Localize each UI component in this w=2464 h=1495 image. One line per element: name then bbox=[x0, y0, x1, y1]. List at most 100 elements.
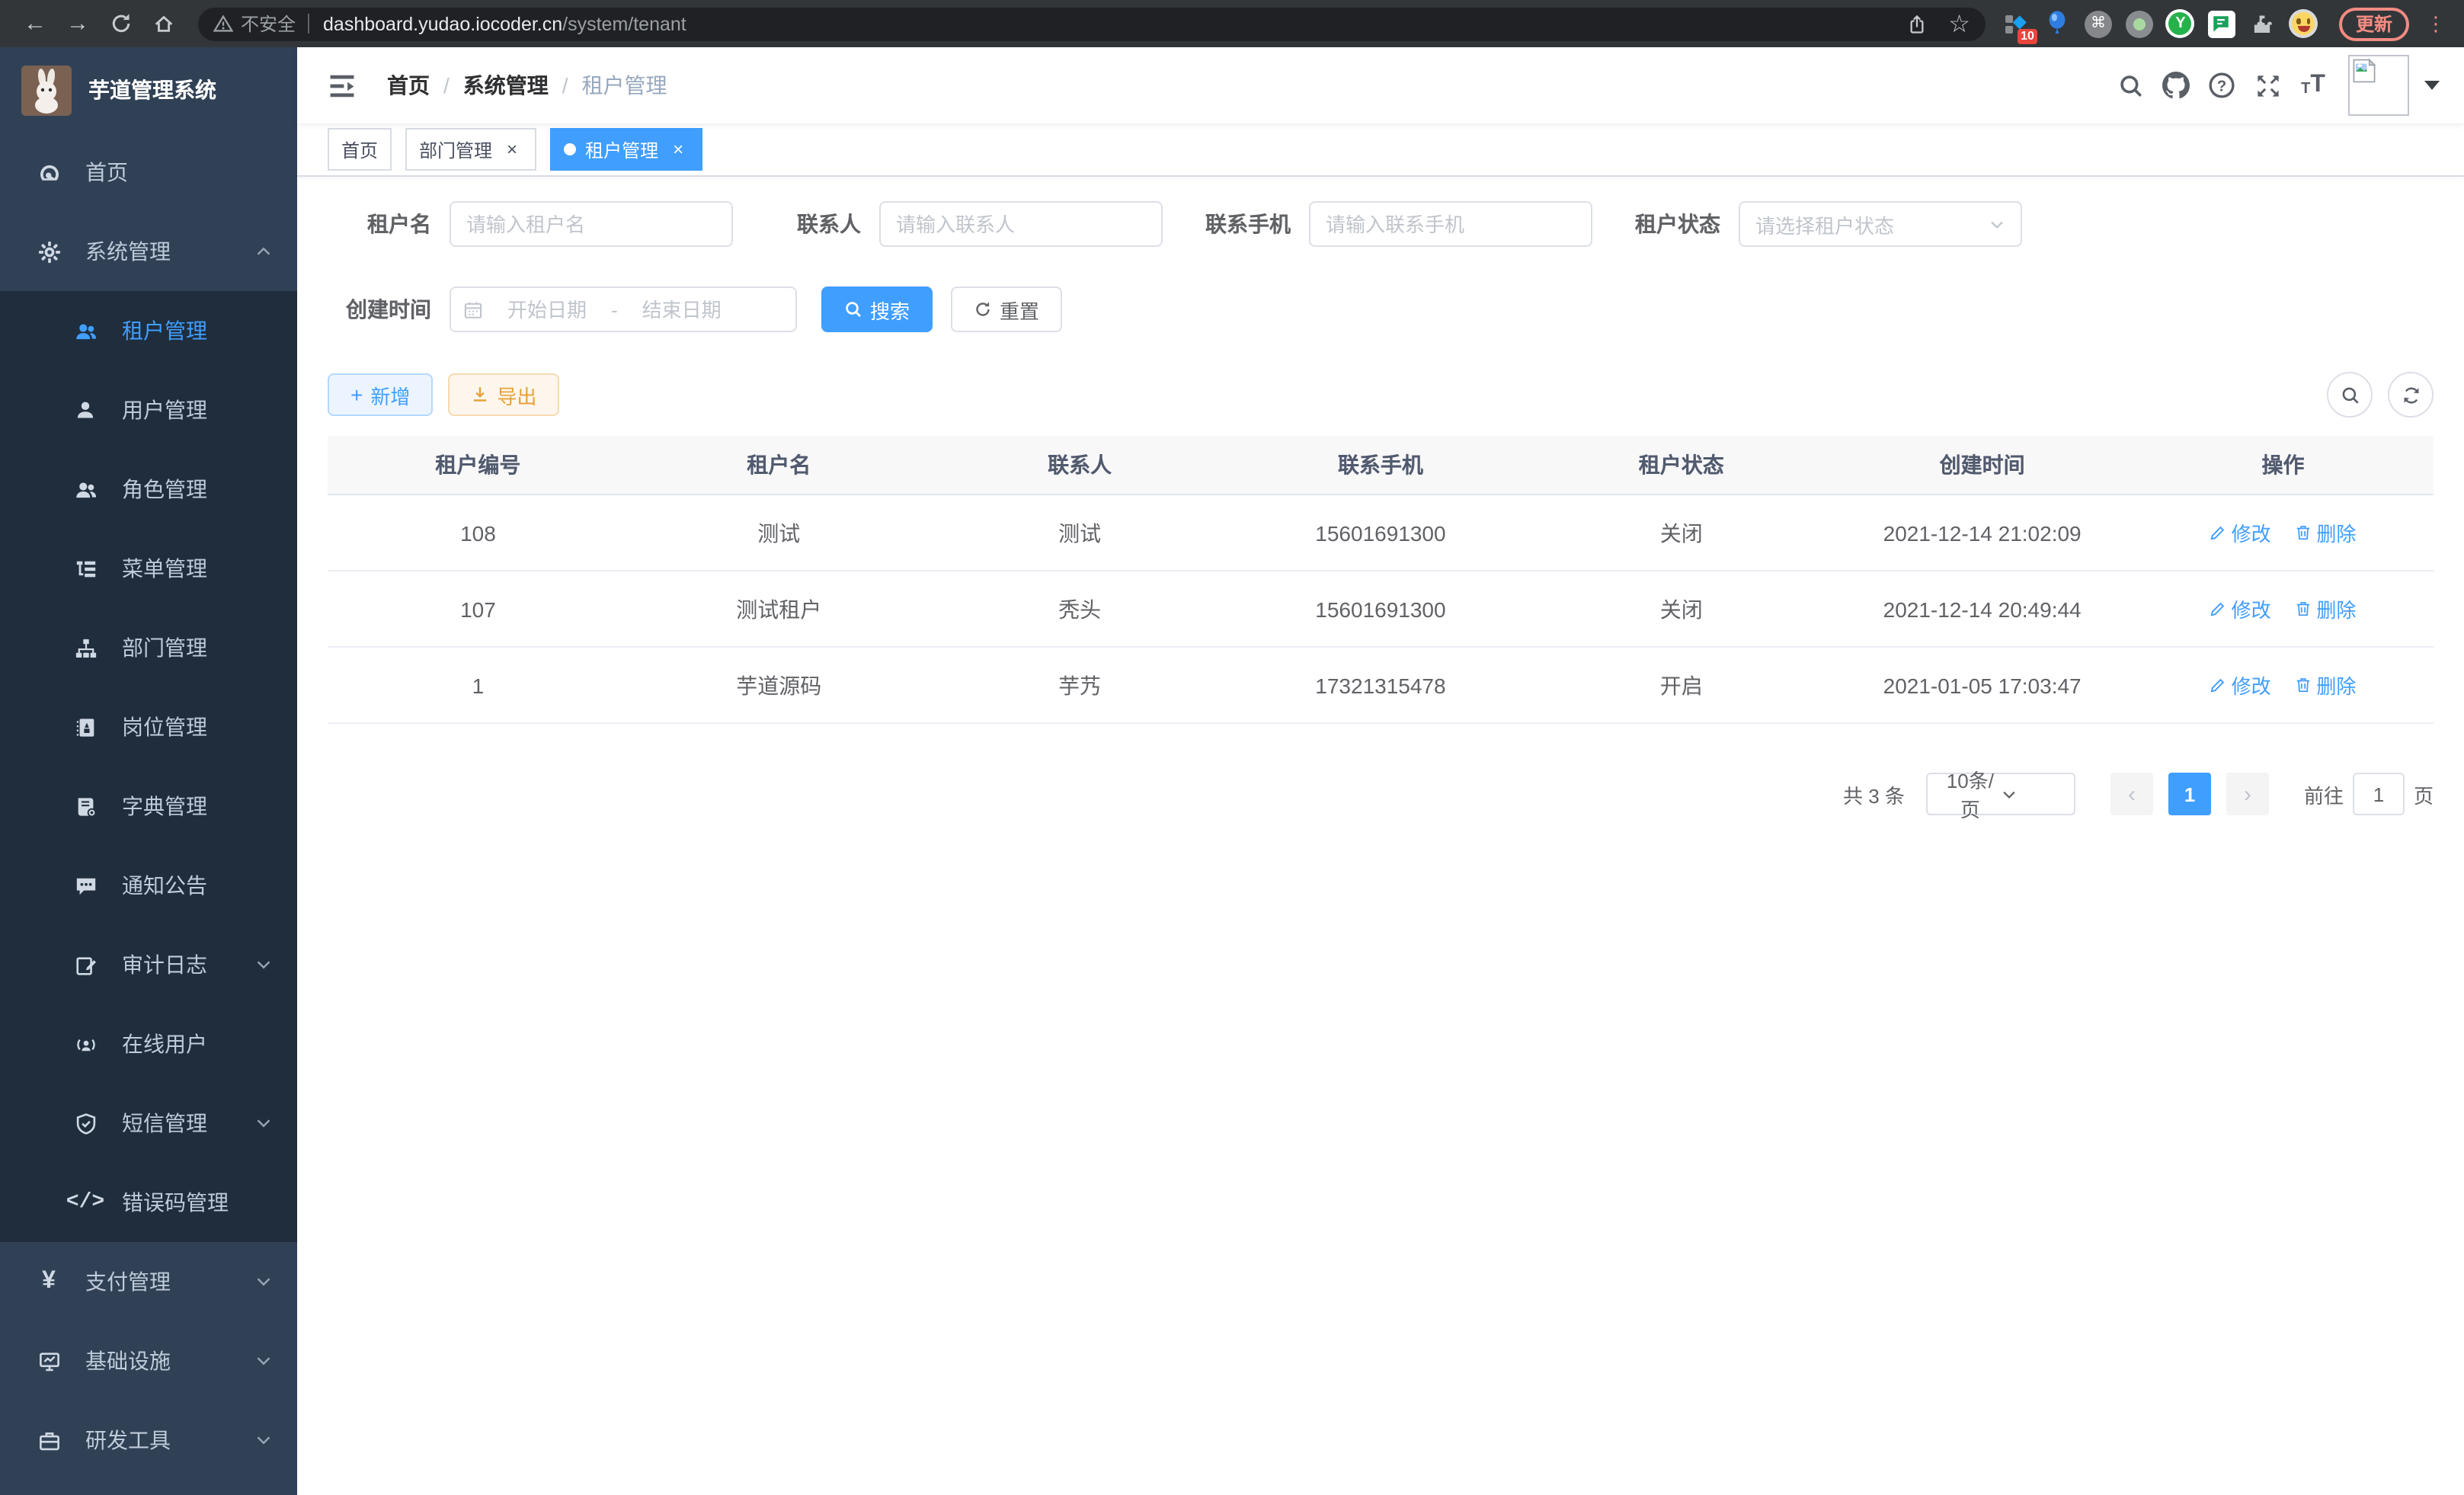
sidebar-item-sms[interactable]: 短信管理 bbox=[0, 1084, 297, 1163]
font-size-icon[interactable]: TT bbox=[2290, 47, 2336, 123]
app-logo[interactable]: 芋道管理系统 bbox=[0, 47, 297, 133]
chevron-up-icon bbox=[254, 242, 273, 261]
status-text: 开启 bbox=[1531, 647, 1832, 723]
chevron-down-icon bbox=[254, 1431, 273, 1449]
tag-tenant-active[interactable]: 租户管理 bbox=[550, 128, 702, 171]
extension-record-icon[interactable] bbox=[2124, 8, 2155, 39]
hamburger-icon[interactable] bbox=[322, 71, 363, 100]
filter-row-2: 创建时间 - 搜 bbox=[328, 287, 2434, 332]
extension-y-logo-icon[interactable]: Y bbox=[2165, 8, 2196, 39]
end-date-input[interactable] bbox=[624, 298, 740, 321]
breadcrumb-home[interactable]: 首页 bbox=[387, 70, 430, 101]
page-1-button[interactable]: 1 bbox=[2168, 773, 2211, 815]
sidebar-item-home[interactable]: 首页 bbox=[0, 133, 297, 212]
start-date-input[interactable] bbox=[489, 298, 605, 321]
url-path: /system/tenant bbox=[562, 13, 686, 34]
sidebar-item-system[interactable]: 系统管理 bbox=[0, 212, 297, 291]
menu-kebab-icon[interactable]: ⋮ bbox=[2426, 11, 2446, 36]
sidebar-item-pay[interactable]: ¥ 支付管理 bbox=[0, 1242, 297, 1321]
contact-input[interactable] bbox=[879, 201, 1163, 247]
edit-button[interactable]: 修改 bbox=[2210, 671, 2271, 699]
reload-icon[interactable] bbox=[101, 4, 140, 43]
extension-monkey-icon[interactable]: 10 bbox=[2001, 8, 2031, 39]
sidebar-item-dict[interactable]: 字典管理 bbox=[0, 767, 297, 846]
fullscreen-icon[interactable] bbox=[2245, 47, 2290, 123]
export-button[interactable]: 导出 bbox=[448, 373, 559, 416]
svg-text:?: ? bbox=[2217, 78, 2226, 94]
profile-avatar-icon[interactable] bbox=[2289, 8, 2319, 39]
user-avatar[interactable] bbox=[2348, 55, 2409, 116]
goto-page-input[interactable] bbox=[2353, 773, 2405, 815]
search-icon bbox=[844, 300, 862, 319]
breadcrumb-system[interactable]: 系统管理 bbox=[463, 70, 549, 101]
help-icon[interactable]: ? bbox=[2199, 47, 2245, 123]
github-icon[interactable] bbox=[2153, 47, 2199, 123]
tenant-users-icon bbox=[67, 319, 104, 342]
next-page-button[interactable]: › bbox=[2226, 773, 2269, 815]
chevron-down-icon bbox=[254, 956, 273, 974]
breadcrumb-current: 租户管理 bbox=[582, 70, 667, 101]
sidebar-item-post[interactable]: 岗位管理 bbox=[0, 687, 297, 767]
sidebar-item-user[interactable]: 用户管理 bbox=[0, 370, 297, 450]
home-icon[interactable] bbox=[143, 4, 183, 43]
page-size-select[interactable]: 10条/页 bbox=[1926, 773, 2075, 815]
sidebar-item-tenant[interactable]: 租户管理 bbox=[0, 291, 297, 370]
gear-icon bbox=[30, 240, 67, 263]
extension-command-icon[interactable]: ⌘ bbox=[2083, 8, 2114, 39]
mobile-input[interactable] bbox=[1309, 201, 1592, 247]
monitor-icon bbox=[30, 1349, 67, 1372]
extensions-puzzle-icon[interactable] bbox=[2248, 8, 2278, 39]
table-toolbar: + 新增 导出 bbox=[328, 372, 2434, 418]
extension-chat-icon[interactable] bbox=[2206, 8, 2237, 39]
sidebar-item-infra[interactable]: 基础设施 bbox=[0, 1321, 297, 1401]
tag-home[interactable]: 首页 bbox=[328, 128, 392, 171]
calendar-icon bbox=[463, 299, 483, 319]
tenant-name-label: 租户名 bbox=[328, 209, 431, 239]
download-icon bbox=[471, 386, 489, 404]
search-button[interactable]: 搜索 bbox=[821, 287, 933, 332]
caret-down-icon[interactable] bbox=[2424, 81, 2440, 90]
browser-toolbar: ← → 不安全 dashboard.yudao.iocoder.cn /syst… bbox=[0, 0, 2464, 47]
forward-icon[interactable]: → bbox=[58, 4, 98, 43]
sidebar-item-dept[interactable]: 部门管理 bbox=[0, 608, 297, 687]
prev-page-button[interactable]: ‹ bbox=[2110, 773, 2153, 815]
sidebar-item-role[interactable]: 角色管理 bbox=[0, 450, 297, 529]
toolbox-icon bbox=[30, 1429, 67, 1452]
add-button[interactable]: + 新增 bbox=[328, 373, 433, 416]
edit-button[interactable]: 修改 bbox=[2210, 518, 2271, 547]
sidebar-item-error-code[interactable]: </> 错误码管理 bbox=[0, 1163, 297, 1242]
warning-icon bbox=[213, 14, 233, 34]
audit-log-icon bbox=[67, 953, 104, 976]
back-icon[interactable]: ← bbox=[15, 4, 55, 43]
update-button[interactable]: 更新 bbox=[2339, 7, 2409, 40]
sidebar-item-notice[interactable]: 通知公告 bbox=[0, 846, 297, 925]
sidebar-menu: 首页 系统管理 租户管理 bbox=[0, 133, 297, 1495]
extension-badge: 10 bbox=[2018, 28, 2037, 43]
sidebar-item-menu[interactable]: 菜单管理 bbox=[0, 529, 297, 608]
edit-button[interactable]: 修改 bbox=[2210, 594, 2271, 623]
breadcrumb-separator bbox=[562, 73, 568, 98]
reset-button[interactable]: 重置 bbox=[951, 287, 1062, 332]
bookmark-star-icon[interactable]: ☆ bbox=[1948, 8, 1970, 39]
tenant-status-select[interactable]: 请选择租户状态 bbox=[1739, 201, 2022, 247]
url-bar[interactable]: 不安全 dashboard.yudao.iocoder.cn /system/t… bbox=[198, 7, 1986, 40]
tag-dept[interactable]: 部门管理 bbox=[405, 128, 536, 171]
col-tenant-id: 租户编号 bbox=[328, 436, 629, 495]
close-icon[interactable] bbox=[501, 139, 523, 160]
sidebar-item-dev-tools[interactable]: 研发工具 bbox=[0, 1401, 297, 1480]
show-search-icon[interactable] bbox=[2327, 372, 2373, 418]
date-range-picker[interactable]: - bbox=[450, 287, 797, 332]
plus-icon: + bbox=[350, 383, 363, 407]
sidebar-item-online-user[interactable]: 在线用户 bbox=[0, 1004, 297, 1084]
delete-button[interactable]: 删除 bbox=[2295, 671, 2356, 699]
tenant-name-input[interactable] bbox=[450, 201, 733, 247]
delete-button[interactable]: 删除 bbox=[2295, 518, 2356, 547]
share-icon[interactable] bbox=[1906, 13, 1927, 34]
search-icon[interactable] bbox=[2107, 47, 2153, 123]
close-icon[interactable] bbox=[667, 139, 689, 160]
refresh-table-icon[interactable] bbox=[2388, 372, 2434, 418]
sidebar-item-audit-log[interactable]: 审计日志 bbox=[0, 925, 297, 1004]
not-secure-label[interactable]: 不安全 bbox=[241, 11, 296, 37]
delete-button[interactable]: 删除 bbox=[2295, 594, 2356, 623]
extension-balloon-icon[interactable] bbox=[2042, 8, 2072, 39]
